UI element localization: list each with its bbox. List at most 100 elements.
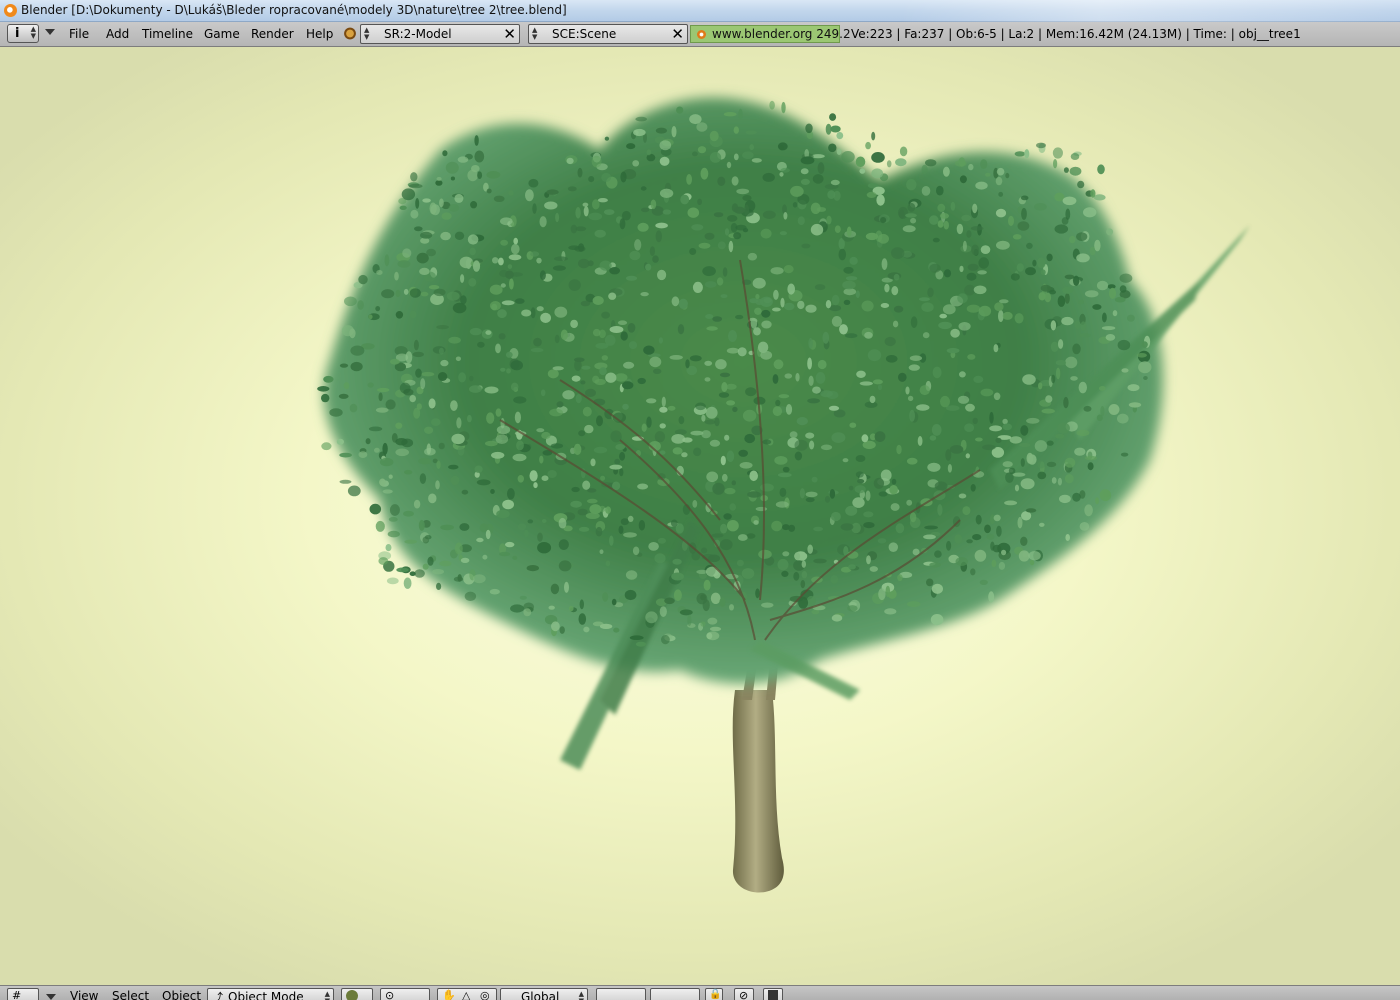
leaf: [985, 172, 991, 177]
leaf: [834, 225, 841, 233]
leaf: [395, 311, 404, 319]
pivot-selector[interactable]: ⊙: [380, 988, 430, 1000]
leaf: [1065, 534, 1070, 541]
menu-select[interactable]: Select: [112, 989, 149, 1000]
leaf: [659, 156, 670, 166]
leaf: [396, 567, 409, 573]
leaf: [799, 488, 806, 499]
leaf: [961, 214, 972, 222]
leaf: [344, 296, 357, 307]
screen-selector[interactable]: ▲ ▼ SR:2-Model ✕: [360, 24, 520, 44]
leaf: [859, 168, 866, 174]
leaf: [1092, 304, 1102, 310]
leaf: [830, 125, 841, 133]
mode-selector[interactable]: ⤴ Object Mode ▲▼: [207, 988, 334, 1000]
leaf: [484, 386, 499, 394]
screen-name[interactable]: SR:2-Model: [384, 27, 452, 41]
leaf: [778, 394, 790, 399]
leaf: [808, 337, 813, 349]
leaf: [498, 333, 506, 340]
header-collapse-icon[interactable]: [45, 29, 55, 35]
leaf: [800, 580, 806, 589]
leaf: [726, 400, 736, 406]
draw-type-selector[interactable]: [341, 988, 373, 1000]
leaf: [654, 431, 666, 443]
orientation-selector[interactable]: Global ▲▼: [500, 988, 588, 1000]
window-type-selector[interactable]: i ▲ ▼: [7, 24, 39, 43]
leaf: [477, 341, 485, 348]
leaf: [570, 500, 582, 508]
leaf: [657, 537, 667, 544]
leaf: [1098, 386, 1106, 391]
link-button[interactable]: ⊘: [734, 988, 754, 1000]
leaf: [732, 406, 738, 413]
leaf: [554, 256, 568, 262]
layer-buttons-right[interactable]: [650, 988, 700, 1000]
leaf: [973, 375, 984, 383]
leaf: [577, 508, 588, 516]
menu-timeline[interactable]: Timeline: [142, 27, 193, 41]
menu-help[interactable]: Help: [306, 27, 333, 41]
leaf: [1059, 494, 1071, 504]
leaf: [395, 422, 403, 429]
leaf: [842, 280, 856, 290]
leaf: [508, 254, 522, 261]
leaf: [664, 597, 675, 605]
menu-add[interactable]: Add: [106, 27, 129, 41]
leaf: [1051, 374, 1056, 384]
menu-render[interactable]: Render: [251, 27, 294, 41]
leaf: [875, 230, 883, 242]
leaf: [641, 423, 647, 432]
screen-browse-icon[interactable]: [343, 26, 357, 41]
window-type-selector[interactable]: #: [7, 988, 39, 1000]
leaf: [655, 222, 668, 229]
delete-screen-icon[interactable]: ✕: [503, 25, 516, 43]
leaf: [584, 424, 594, 434]
leaf: [921, 186, 931, 196]
header-collapse-icon[interactable]: [46, 994, 56, 1000]
leaf: [551, 621, 560, 632]
leaf: [872, 379, 883, 385]
leaf: [486, 188, 492, 194]
leaf: [762, 210, 776, 219]
lock-layers-button[interactable]: 🔒: [705, 988, 723, 1000]
render-preview-button[interactable]: [763, 988, 783, 1000]
leaf: [659, 423, 666, 429]
leaf: [1097, 164, 1105, 175]
delete-scene-icon[interactable]: ✕: [671, 25, 684, 43]
leaf: [653, 368, 662, 374]
leaf: [779, 172, 784, 177]
leaf: [541, 519, 547, 523]
leaf: [659, 406, 668, 413]
leaf: [751, 158, 762, 163]
leaf: [995, 437, 1002, 444]
leaf: [388, 474, 393, 479]
leaf: [986, 533, 995, 540]
leaf: [701, 414, 706, 422]
menu-game[interactable]: Game: [204, 27, 240, 41]
leaf: [519, 595, 527, 600]
scene-stats: Ve:223 | Fa:237 | Ob:6-5 | La:2 | Mem:16…: [851, 27, 1301, 41]
scene-selector[interactable]: ▲ ▼ SCE:Scene ✕: [528, 24, 688, 44]
leaf: [1014, 484, 1020, 492]
layer-buttons-left[interactable]: [596, 988, 646, 1000]
leaf: [893, 273, 900, 281]
leaf: [460, 557, 470, 564]
manipulator-buttons[interactable]: ✋ △ ◎: [437, 988, 497, 1000]
leaf: [917, 436, 923, 446]
leaf: [781, 101, 786, 114]
menu-object[interactable]: Object: [162, 989, 201, 1000]
leaf: [726, 450, 735, 463]
leaf: [470, 201, 478, 209]
3d-viewport[interactable]: [0, 47, 1400, 985]
leaf: [541, 475, 549, 482]
scene-name[interactable]: SCE:Scene: [552, 27, 616, 41]
menu-view[interactable]: View: [70, 989, 98, 1000]
leaf: [709, 152, 722, 163]
leaf: [736, 188, 750, 195]
menu-file[interactable]: File: [69, 27, 89, 41]
leaf: [843, 266, 854, 274]
blender-url-link[interactable]: www.blender.org 249.2: [690, 25, 851, 43]
leaf: [881, 258, 888, 270]
leaf: [828, 143, 837, 153]
